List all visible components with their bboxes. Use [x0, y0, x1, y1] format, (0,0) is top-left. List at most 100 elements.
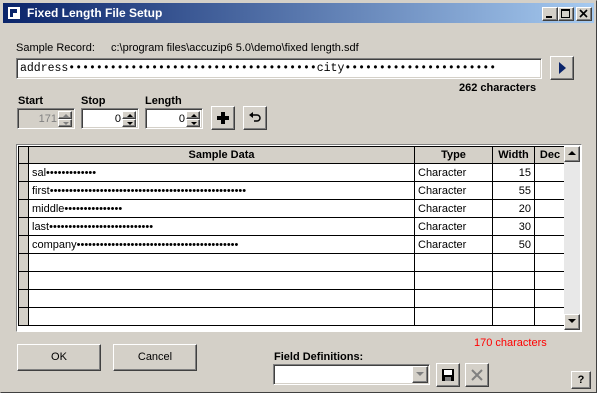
maximize-button[interactable]	[558, 7, 574, 21]
length-label: Length	[145, 95, 182, 107]
col-header-width[interactable]: Width	[492, 146, 535, 164]
save-definition-button[interactable]	[436, 363, 460, 387]
maximize-icon	[561, 9, 570, 18]
undo-icon	[249, 112, 261, 122]
stop-up-arrow[interactable]	[122, 111, 136, 119]
fixed-length-setup-window: Fixed Length File Setup Sample Record: c…	[0, 0, 597, 393]
row-selector-header	[18, 146, 29, 164]
cell-type[interactable]: Character	[414, 199, 493, 218]
field-table: Sample Data Type Width Dec sal••••••••••…	[18, 146, 566, 326]
ok-button[interactable]: OK	[17, 344, 101, 371]
title-bar[interactable]: Fixed Length File Setup	[3, 3, 594, 23]
chevron-down-icon	[416, 372, 424, 376]
cell-type[interactable]: Character	[414, 235, 493, 254]
row-selector[interactable]	[18, 199, 29, 218]
cell-width[interactable]: 20	[492, 199, 535, 218]
length-down-arrow[interactable]	[186, 119, 200, 127]
row-selector[interactable]	[18, 163, 29, 182]
minimize-button[interactable]	[542, 7, 558, 21]
row-selector[interactable]	[18, 217, 29, 236]
cell-sample-data[interactable]: sal•••••••••••••	[28, 163, 415, 182]
stop-value: 0	[114, 113, 121, 125]
cell-dec[interactable]	[534, 217, 566, 236]
start-down-arrow[interactable]	[58, 119, 72, 127]
chevron-up-icon	[127, 114, 133, 117]
sample-file-path: c:\program files\accuzip6 5.0\demo\fixed…	[111, 42, 359, 54]
cell-type[interactable]: Character	[414, 181, 493, 200]
delete-icon	[471, 369, 483, 381]
sample-record-field[interactable]: address•••••••••••••••••••••••••••••••••…	[16, 58, 542, 79]
window-title: Fixed Length File Setup	[27, 6, 163, 20]
cell-type[interactable]: Character	[414, 163, 493, 182]
start-label: Start	[18, 95, 44, 107]
empty-row[interactable]	[18, 289, 566, 308]
start-value: 171	[38, 113, 57, 125]
table-header-row: Sample Data Type Width Dec	[18, 146, 566, 164]
cell-width[interactable]: 55	[492, 181, 535, 200]
help-button[interactable]: ?	[571, 371, 591, 389]
stop-stepper[interactable]: 0	[81, 108, 139, 129]
chevron-down-icon	[63, 122, 69, 125]
col-header-dec[interactable]: Dec	[534, 146, 566, 164]
scroll-down-button[interactable]	[564, 314, 580, 330]
delete-definition-button[interactable]	[465, 363, 489, 387]
table-row[interactable]: sal••••••••••••• Character 15	[18, 163, 566, 182]
chevron-down-icon	[191, 122, 197, 125]
plus-icon	[217, 112, 229, 124]
table-row[interactable]: first•••••••••••••••••••••••••••••••••••…	[18, 181, 566, 200]
cell-sample-data[interactable]: first•••••••••••••••••••••••••••••••••••…	[28, 181, 415, 200]
total-char-count: 170 characters	[474, 337, 547, 349]
cell-dec[interactable]	[534, 163, 566, 182]
cell-width[interactable]: 30	[492, 217, 535, 236]
stop-label: Stop	[81, 95, 106, 107]
sample-record-text: address•••••••••••••••••••••••••••••••••…	[20, 62, 497, 75]
cell-dec[interactable]	[534, 181, 566, 200]
chevron-down-icon	[127, 122, 133, 125]
row-selector[interactable]	[18, 235, 29, 254]
table-row[interactable]: company•••••••••••••••••••••••••••••••••…	[18, 235, 566, 254]
start-stepper[interactable]: 171	[17, 108, 75, 129]
scroll-up-button[interactable]	[564, 146, 580, 162]
record-char-count: 262 characters	[459, 82, 537, 94]
length-stepper[interactable]: 0	[145, 108, 203, 129]
undo-button[interactable]	[243, 106, 267, 130]
length-up-arrow[interactable]	[186, 111, 200, 119]
scroll-down-icon	[568, 319, 576, 323]
cell-width[interactable]: 50	[492, 235, 535, 254]
cancel-button[interactable]: Cancel	[113, 344, 197, 371]
close-button[interactable]	[576, 7, 592, 21]
empty-row[interactable]	[18, 307, 566, 326]
app-icon	[8, 7, 20, 19]
add-field-button[interactable]	[211, 106, 235, 130]
cell-dec[interactable]	[534, 199, 566, 218]
empty-row[interactable]	[18, 253, 566, 272]
cell-sample-data[interactable]: middle•••••••••••••••	[28, 199, 415, 218]
sample-record-label: Sample Record:	[16, 42, 95, 54]
chevron-up-icon	[63, 114, 69, 117]
minimize-icon	[546, 16, 552, 18]
chevron-up-icon	[191, 114, 197, 117]
cell-dec[interactable]	[534, 235, 566, 254]
field-definitions-dropdown-button[interactable]	[412, 366, 428, 383]
next-record-button[interactable]	[550, 56, 574, 80]
floppy-disk-icon	[442, 369, 454, 381]
empty-row[interactable]	[18, 271, 566, 290]
table-row[interactable]: last••••••••••••••••••••••••••• Characte…	[18, 217, 566, 236]
col-header-sample-data[interactable]: Sample Data	[28, 146, 415, 164]
field-definitions-label: Field Definitions:	[274, 351, 364, 363]
row-selector[interactable]	[18, 181, 29, 200]
stop-down-arrow[interactable]	[122, 119, 136, 127]
play-icon	[559, 62, 566, 74]
table-row[interactable]: middle••••••••••••••• Character 20	[18, 199, 566, 218]
field-definitions-select[interactable]	[273, 364, 430, 385]
cell-sample-data[interactable]: last•••••••••••••••••••••••••••	[28, 217, 415, 236]
scroll-up-icon	[568, 151, 576, 155]
cell-sample-data[interactable]: company•••••••••••••••••••••••••••••••••…	[28, 235, 415, 254]
grid-scrollbar[interactable]	[564, 146, 580, 330]
cell-type[interactable]: Character	[414, 217, 493, 236]
col-header-type[interactable]: Type	[414, 146, 493, 164]
start-up-arrow[interactable]	[58, 111, 72, 119]
field-grid[interactable]: Sample Data Type Width Dec sal••••••••••…	[16, 144, 582, 332]
cell-width[interactable]: 15	[492, 163, 535, 182]
close-icon	[579, 9, 588, 18]
